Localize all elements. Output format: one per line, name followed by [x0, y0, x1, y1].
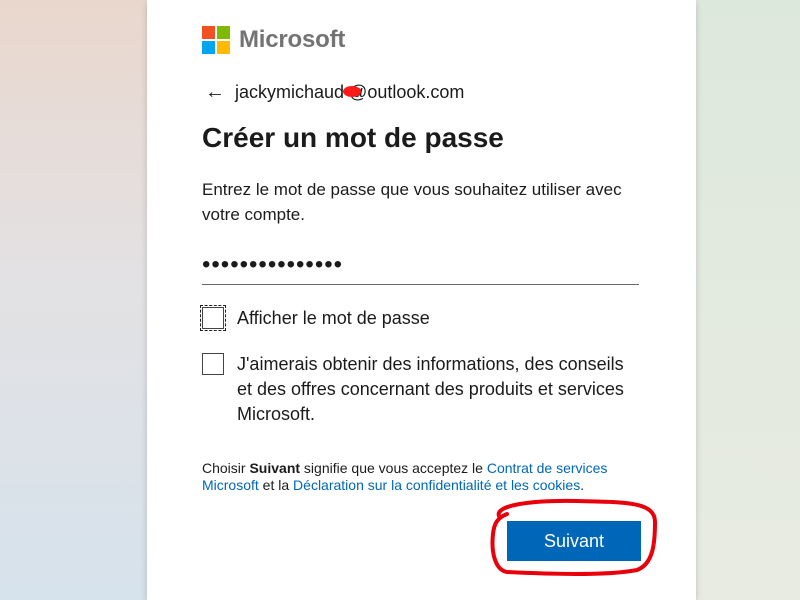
legal-bold: Suivant: [249, 460, 301, 476]
page-description: Entrez le mot de passe que vous souhaite…: [202, 180, 622, 224]
identity-banner: ← jackymichaud @outlook.com: [205, 81, 464, 103]
signup-card: Microsoft ← jackymichaud @outlook.com Cr…: [147, 0, 696, 600]
legal-prefix: Choisir: [202, 460, 250, 476]
next-button[interactable]: Suivant: [507, 521, 641, 561]
microsoft-logo: Microsoft: [202, 26, 345, 54]
marketing-opt-in-option[interactable]: J'aimerais obtenir des informations, des…: [202, 352, 642, 427]
logo-text: Microsoft: [239, 26, 346, 53]
page-title: Créer un mot de passe: [202, 122, 504, 153]
background-left: [0, 0, 148, 600]
logo-square-red: [202, 26, 215, 39]
legal-middle: signifie que vous acceptez le: [300, 460, 487, 476]
show-password-option[interactable]: Afficher le mot de passe: [200, 305, 430, 331]
legal-suffix: .: [580, 477, 585, 493]
show-password-label: Afficher le mot de passe: [237, 308, 430, 328]
logo-square-green: [217, 26, 230, 39]
marketing-opt-in-checkbox[interactable]: [202, 353, 224, 375]
redaction-mark: [343, 86, 361, 97]
background-right: [696, 0, 800, 600]
logo-square-yellow: [217, 41, 230, 54]
password-input[interactable]: •••••••••••••••: [202, 250, 639, 285]
show-password-checkbox[interactable]: [200, 305, 226, 331]
privacy-statement-link[interactable]: Déclaration sur la confidentialité et le…: [293, 477, 580, 493]
microsoft-logo-icon: [202, 26, 230, 54]
legal-and: et la: [258, 477, 294, 493]
logo-square-blue: [202, 41, 215, 54]
arrow-left-icon[interactable]: ←: [205, 81, 229, 103]
marketing-opt-in-label: J'aimerais obtenir des informations, des…: [237, 354, 624, 424]
legal-notice: Choisir Suivant signifie que vous accept…: [202, 460, 642, 494]
